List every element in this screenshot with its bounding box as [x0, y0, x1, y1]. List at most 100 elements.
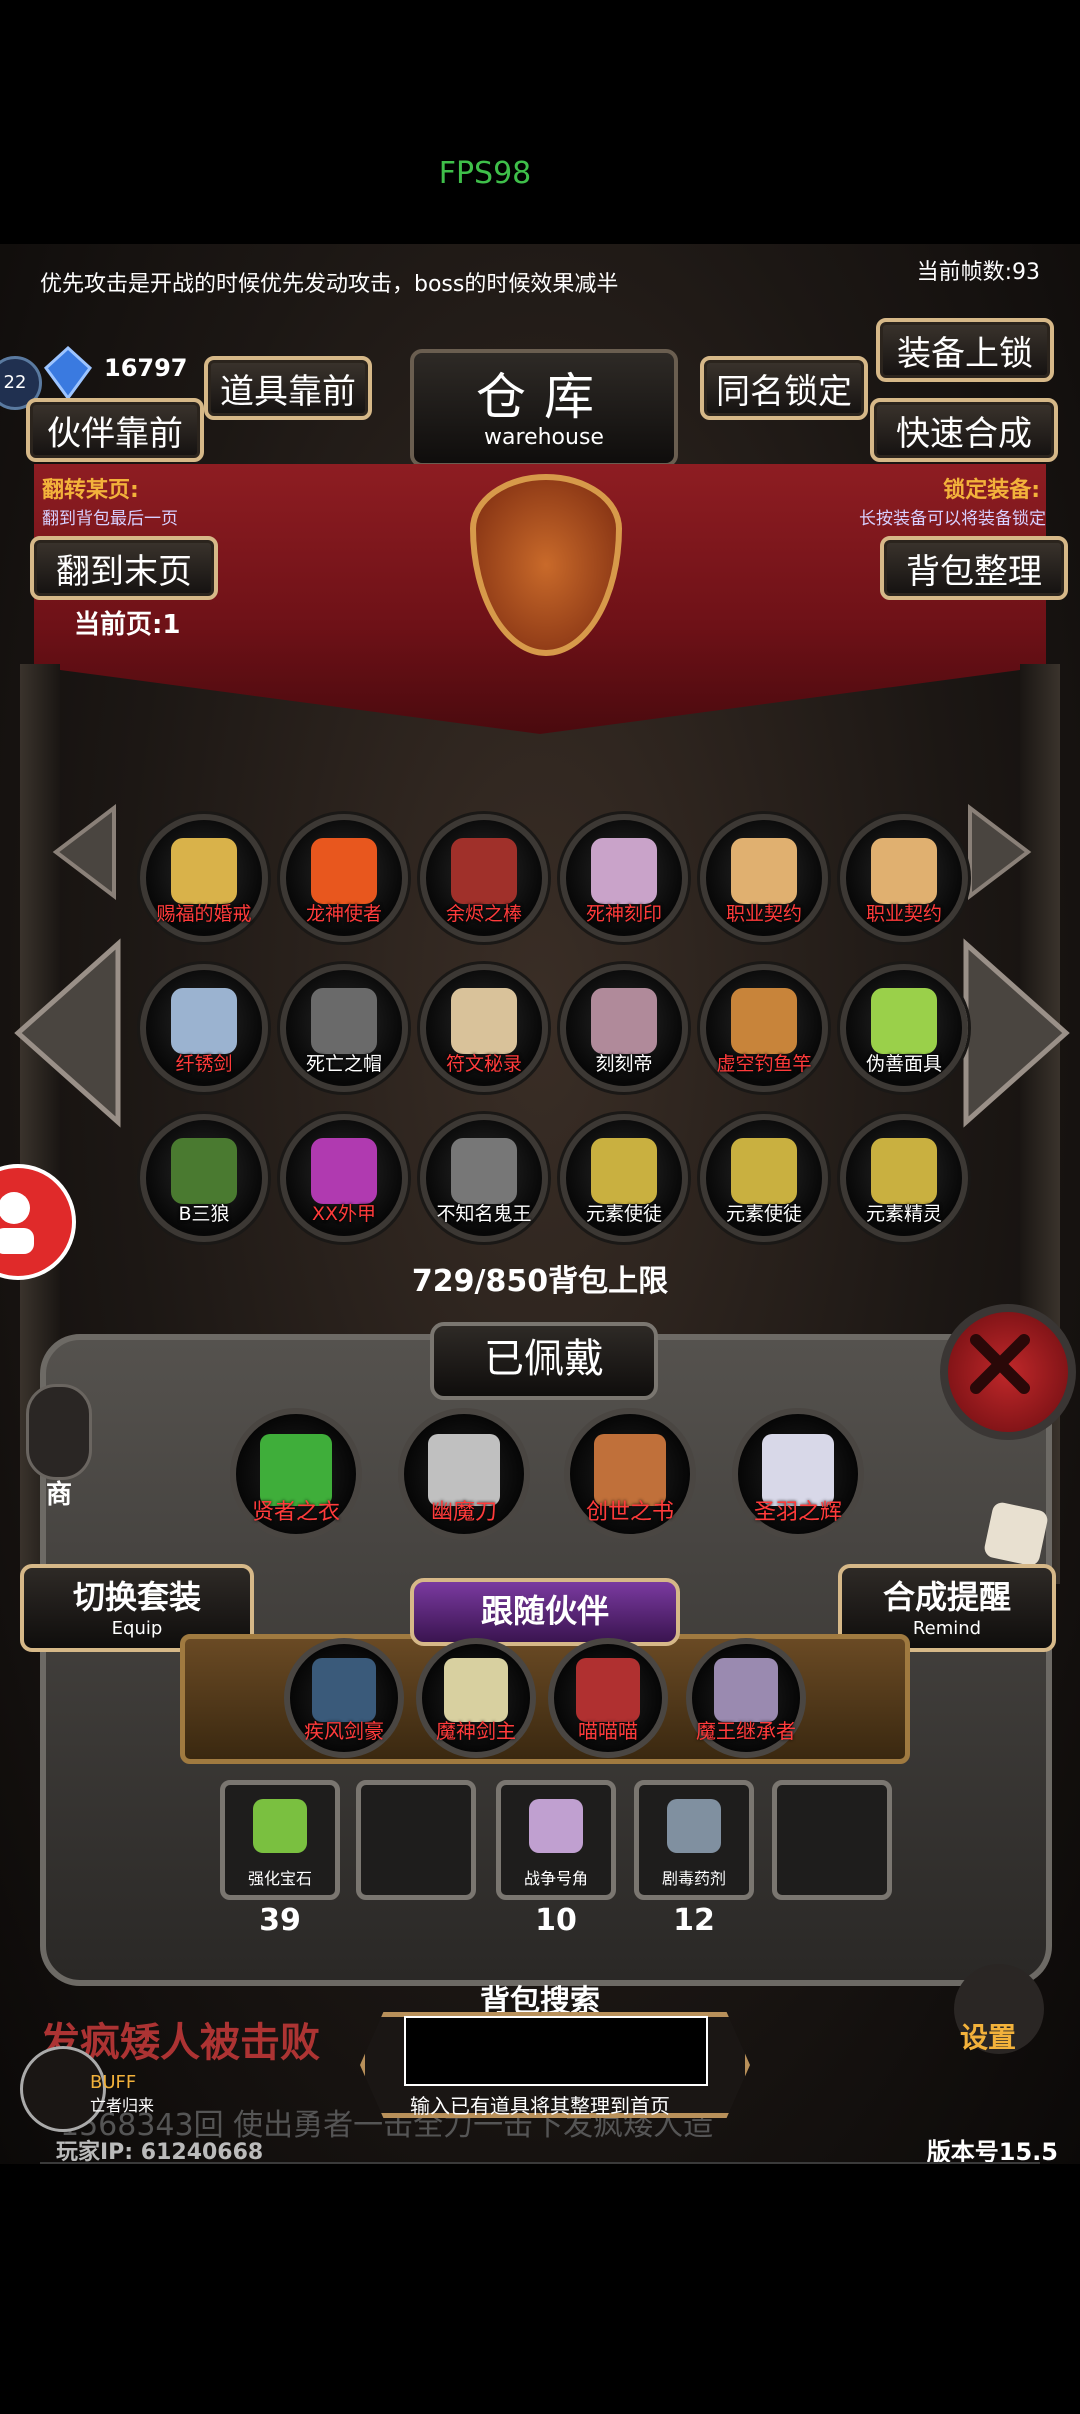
follower-art-icon: [444, 1658, 508, 1722]
item-name: 刻刻帝: [595, 1053, 653, 1075]
consumable-name: 强化宝石: [247, 1869, 312, 1888]
buff-sub-label: 亡者归来: [90, 2096, 155, 2115]
consumable-slot[interactable]: 剧毒药剂 12: [634, 1780, 754, 1938]
consumable-slot-empty[interactable]: [356, 1780, 476, 1900]
item-slot[interactable]: 职业契约: [840, 814, 968, 942]
item-art-icon: [871, 1138, 937, 1204]
page-right-small-arrow[interactable]: [966, 803, 1032, 904]
to-last-page-button[interactable]: 翻到末页: [30, 536, 218, 600]
item-slot[interactable]: B三狼: [140, 1114, 268, 1242]
switch-set-label: 切换套装: [72, 1578, 201, 1616]
page-left-arrow[interactable]: [12, 938, 122, 1132]
quick-merge-button[interactable]: 快速合成: [870, 398, 1058, 462]
item-art-icon: [451, 838, 517, 904]
followers-title: 跟随伙伴: [410, 1578, 680, 1646]
equipped-name: 贤者之衣: [251, 1500, 340, 1525]
equipped-name: 圣羽之辉: [753, 1500, 842, 1525]
consumable-slot[interactable]: 战争号角 10: [496, 1780, 616, 1938]
equipped-slot[interactable]: 贤者之衣: [230, 1408, 362, 1540]
equipped-name: 创世之书: [585, 1500, 674, 1525]
item-name: 符文秘录: [445, 1053, 522, 1075]
item-art-icon: [731, 838, 797, 904]
follower-art-icon: [312, 1658, 376, 1722]
item-slot[interactable]: 死亡之帽: [280, 964, 408, 1092]
item-art-icon: [731, 1138, 797, 1204]
dice-icon[interactable]: [982, 1500, 1050, 1568]
lock-equip-title: 锁定装备:: [943, 478, 1040, 503]
item-slot[interactable]: 元素精灵: [840, 1114, 968, 1242]
item-grid: 赐福的婚戒 龙神使者 余烬之棒 死神刻印 职业契约 职业契约 纤锈剑 死亡之帽 …: [140, 814, 970, 1274]
item-art-icon: [171, 1138, 237, 1204]
shop-label: 商: [45, 1480, 72, 1510]
settings-label[interactable]: 设置: [960, 2016, 1016, 2056]
follower-slot[interactable]: 魔神剑主: [416, 1638, 536, 1758]
item-art-icon: [311, 1138, 377, 1204]
item-slot[interactable]: 元素使徒: [700, 1114, 828, 1242]
item-slot[interactable]: 职业契约: [700, 814, 828, 942]
item-slot[interactable]: 伪善面具: [840, 964, 968, 1092]
item-slot[interactable]: 符文秘录: [420, 964, 548, 1092]
consumable-slot[interactable]: 强化宝石 39: [220, 1780, 340, 1938]
item-art-icon: [171, 988, 237, 1054]
consumable-count: 12: [673, 1903, 715, 1938]
item-name: 不知名鬼王: [436, 1203, 532, 1225]
equip-lock-button[interactable]: 装备上锁: [876, 318, 1054, 382]
item-slot[interactable]: 龙神使者: [280, 814, 408, 942]
follower-slot[interactable]: 疾风剑豪: [284, 1638, 404, 1758]
follower-name: 魔王继承者: [696, 1719, 796, 1743]
consumable-art-icon: [667, 1799, 721, 1853]
close-icon: [970, 1334, 1030, 1394]
item-name: XX外甲: [311, 1203, 377, 1225]
item-slot[interactable]: XX外甲: [280, 1114, 408, 1242]
follower-name: 疾风剑豪: [304, 1719, 384, 1743]
item-slot[interactable]: 赐福的婚戒: [140, 814, 268, 942]
item-art-icon: [451, 988, 517, 1054]
consumable-slot-empty[interactable]: [772, 1780, 892, 1900]
item-slot[interactable]: 不知名鬼王: [420, 1114, 548, 1242]
gem-count: 16797: [104, 354, 188, 382]
bag-sort-button[interactable]: 背包整理: [880, 536, 1068, 600]
item-name: 余烬之棒: [445, 903, 522, 925]
gem-icon: [40, 344, 96, 401]
follower-name: 魔神剑主: [436, 1719, 516, 1743]
item-art-icon: [731, 988, 797, 1054]
bag-capacity: 729/850背包上限: [411, 1264, 669, 1299]
item-slot[interactable]: 死神刻印: [560, 814, 688, 942]
close-button[interactable]: [940, 1304, 1076, 1440]
item-slot[interactable]: 刻刻帝: [560, 964, 688, 1092]
item-art-icon: [871, 838, 937, 904]
consumable-name: 战争号角: [523, 1869, 588, 1888]
player-ip: 玩家IP: 61240668: [56, 2140, 264, 2164]
bottom-divider: [40, 2162, 1040, 2164]
item-slot[interactable]: 纤锈剑: [140, 964, 268, 1092]
page-left-small-arrow[interactable]: [52, 803, 118, 904]
warehouse-subtitle: warehouse: [484, 425, 604, 450]
equipped-slot[interactable]: 圣羽之辉: [732, 1408, 864, 1540]
item-slot[interactable]: 余烬之棒: [420, 814, 548, 942]
follower-slot[interactable]: 喵喵喵: [548, 1638, 668, 1758]
follower-slot[interactable]: 魔王继承者: [686, 1638, 806, 1758]
item-name: 赐福的婚戒: [156, 903, 252, 925]
search-input[interactable]: [404, 2016, 708, 2086]
item-name: 龙神使者: [305, 903, 382, 925]
frame-rate-label: 当前帧数:93: [916, 260, 1040, 285]
page-right-arrow[interactable]: [962, 938, 1072, 1132]
items-front-button[interactable]: 道具靠前: [204, 356, 372, 420]
merge-remind-label: 合成提醒: [882, 1578, 1011, 1616]
item-name: 元素使徒: [725, 1203, 802, 1225]
game-screen: 优先攻击是开战的时候优先发动攻击，boss的时候效果减半 当前帧数:93 22 …: [0, 244, 1080, 2164]
equipped-slot[interactable]: 幽魔刀: [398, 1408, 530, 1540]
flip-page-desc: 翻到背包最后一页: [42, 509, 178, 529]
consumable-count: 10: [535, 1903, 577, 1938]
shop-button[interactable]: 商: [26, 1384, 92, 1510]
same-name-lock-button[interactable]: 同名锁定: [700, 356, 868, 420]
item-art-icon: [591, 988, 657, 1054]
item-art-icon: [591, 1138, 657, 1204]
item-art-icon: [591, 838, 657, 904]
equipped-slot[interactable]: 创世之书: [564, 1408, 696, 1540]
item-slot[interactable]: 虚空钓鱼竿: [700, 964, 828, 1092]
follower-name: 喵喵喵: [578, 1719, 638, 1743]
equipped-name: 幽魔刀: [430, 1500, 497, 1525]
partner-front-button[interactable]: 伙伴靠前: [26, 398, 204, 462]
item-slot[interactable]: 元素使徒: [560, 1114, 688, 1242]
